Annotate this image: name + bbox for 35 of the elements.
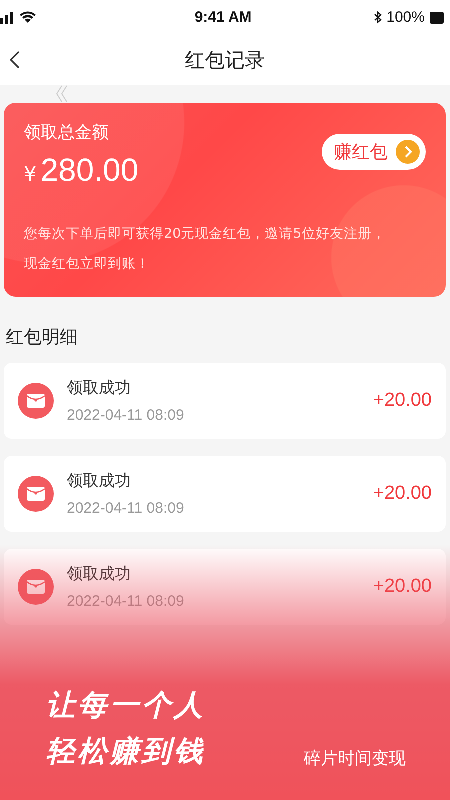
- bluetooth-icon: [374, 11, 382, 24]
- record-title: 领取成功: [67, 471, 132, 492]
- battery-level: 100%: [386, 9, 425, 26]
- record-time: 2022-04-11 08:09: [67, 407, 186, 424]
- record-amount: +20.00: [373, 483, 432, 505]
- record-time: 2022-04-11 08:09: [67, 593, 186, 610]
- promo-note: 您每次下单后即可获得20元现金红包，邀请5位好友注册，现金红包立即到账！: [24, 225, 387, 274]
- clock: 9:41 AM: [194, 9, 252, 26]
- slogan-text: 让每一个人: [46, 687, 206, 724]
- record-amount: +20.00: [373, 576, 432, 598]
- envelope-icon: [18, 476, 54, 512]
- tagline: 碎片时间变现: [304, 748, 406, 770]
- section-title: 红包明细: [5, 326, 79, 350]
- currency-symbol: ¥: [24, 162, 37, 186]
- double-chevron-icon: [56, 85, 68, 103]
- record-time: 2022-04-11 08:09: [67, 500, 186, 517]
- signal-icon: [0, 12, 14, 24]
- record-row[interactable]: 领取成功 2022-04-11 08:09 +20.00: [4, 456, 446, 532]
- record-title: 领取成功: [67, 564, 132, 585]
- total-label: 领取总金额: [24, 122, 110, 144]
- battery-icon: [430, 12, 444, 24]
- back-icon: [10, 51, 20, 69]
- record-amount: +20.00: [373, 390, 432, 412]
- record-row[interactable]: 领取成功 2022-04-11 08:09 +20.00: [4, 549, 446, 625]
- back-button[interactable]: [8, 49, 22, 71]
- total-amount: 280.00: [40, 152, 139, 189]
- wifi-icon: [19, 11, 37, 24]
- envelope-icon: [18, 569, 54, 605]
- envelope-icon: [18, 383, 54, 419]
- record-row[interactable]: 领取成功 2022-04-11 08:09 +20.00: [4, 363, 446, 439]
- arrow-circle-icon: [396, 140, 420, 164]
- earn-button[interactable]: 赚红包: [322, 134, 426, 170]
- slogan-text: 轻松赚到钱: [46, 733, 206, 770]
- record-title: 领取成功: [67, 378, 132, 399]
- page-title: 红包记录: [185, 46, 265, 74]
